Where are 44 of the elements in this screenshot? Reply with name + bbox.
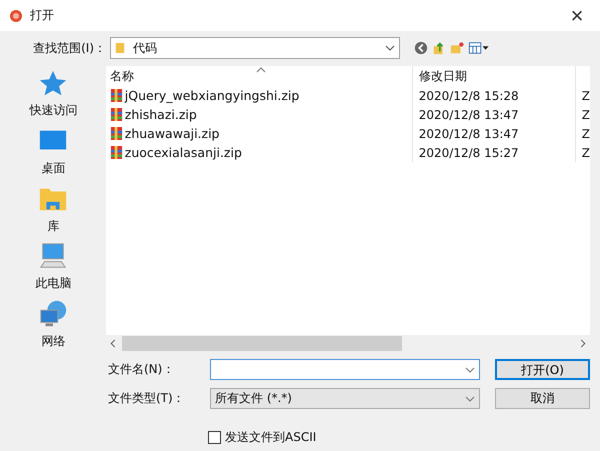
table-cell: Z: [574, 86, 590, 105]
sort-up-icon: [256, 67, 266, 73]
places-item[interactable]: 网络: [38, 299, 68, 351]
file-item[interactable]: jQuery_webxiangyingshi.zip: [106, 88, 412, 103]
location-dropdown[interactable]: 代码: [110, 37, 400, 59]
archive-icon: [110, 145, 123, 160]
column-header[interactable]: 名称: [106, 68, 412, 84]
places-item[interactable]: 库: [38, 184, 68, 236]
scroll-right-icon[interactable]: [580, 338, 586, 348]
chevron-down-icon: [465, 366, 475, 372]
scroll-left-icon[interactable]: [110, 338, 116, 348]
location-label: 查找范围(I)：: [32, 40, 107, 56]
archive-icon: [110, 107, 123, 122]
view-menu-icon[interactable]: [468, 41, 490, 55]
table-cell: Z: [574, 124, 590, 143]
filename-field[interactable]: [210, 359, 480, 380]
chevron-down-icon: [465, 396, 475, 402]
file-item[interactable]: zhuawawaji.zip: [106, 126, 412, 141]
filename-label: 文件名(N)：: [108, 361, 176, 378]
file-item[interactable]: zhishazi.zip: [106, 107, 412, 122]
table-cell: 2020/12/8 13:47: [412, 105, 575, 124]
places-item[interactable]: 此电脑: [35, 241, 72, 294]
archive-icon: [110, 126, 123, 141]
table-cell: 2020/12/8 13:47: [412, 124, 575, 143]
dialog-button[interactable]: 取消: [495, 388, 590, 409]
places-item[interactable]: 桌面: [38, 126, 68, 178]
table-cell: 2020/12/8 15:27: [412, 143, 575, 162]
folder-up-icon[interactable]: [432, 41, 446, 55]
column-header[interactable]: 修改日期: [412, 66, 575, 86]
table-cell: Z: [574, 105, 590, 124]
back-icon[interactable]: [414, 41, 428, 55]
archive-icon: [110, 88, 123, 103]
filetype-dropdown[interactable]: 所有文件 (*.*): [210, 388, 480, 409]
ascii-checkbox[interactable]: 发送文件到ASCII: [208, 429, 480, 446]
table-cell: 2020/12/8 15:28: [412, 86, 575, 105]
new-folder-icon[interactable]: [450, 41, 464, 55]
dialog-button[interactable]: 打开(O): [495, 359, 590, 380]
filetype-label: 文件类型(T)：: [108, 390, 186, 407]
window-title: 打开: [30, 7, 54, 24]
chevron-down-icon: [385, 45, 395, 51]
file-item[interactable]: zuocexialasanji.zip: [106, 145, 412, 160]
table-cell: Z: [574, 143, 590, 162]
places-item[interactable]: 快速访问: [29, 68, 78, 120]
folder-icon: [115, 42, 125, 54]
